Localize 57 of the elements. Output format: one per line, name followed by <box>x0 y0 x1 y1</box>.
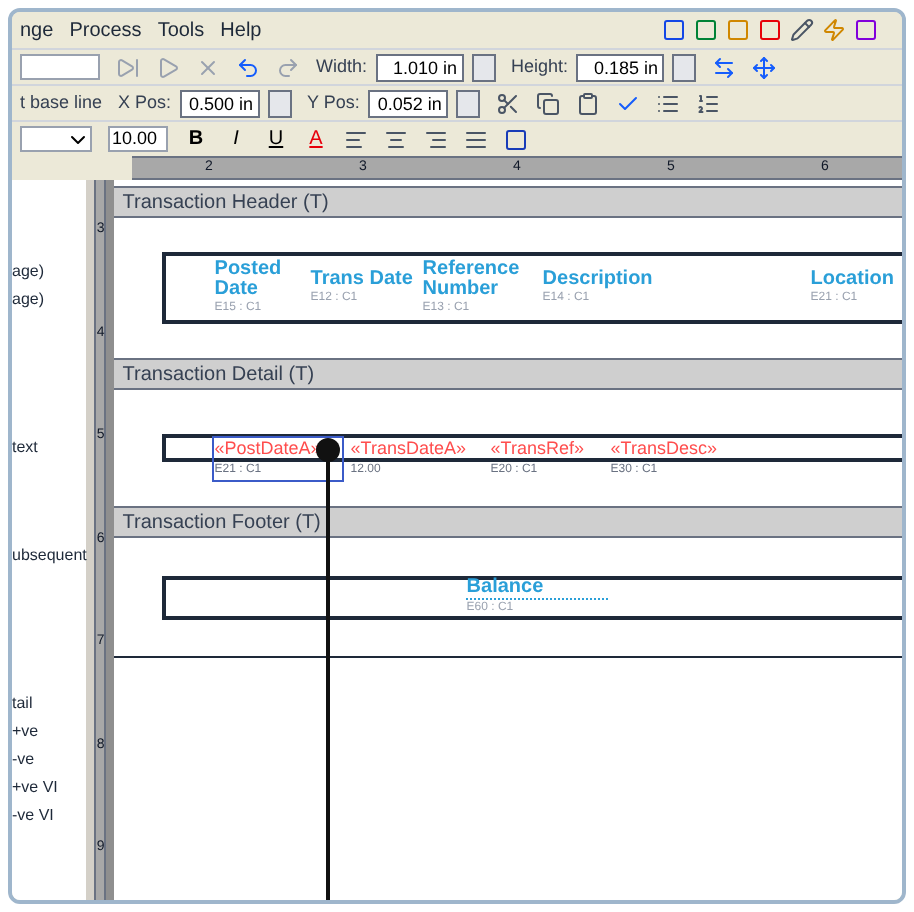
font-dropdown[interactable] <box>20 126 92 152</box>
panel-item[interactable]: age) <box>12 288 87 312</box>
font-size-field[interactable]: 10.00 <box>108 126 168 152</box>
pencil-icon[interactable] <box>790 18 814 42</box>
section-title: Transaction Detail (T) <box>122 361 315 389</box>
text-field[interactable] <box>20 54 100 80</box>
panel-item[interactable]: age) <box>12 260 87 284</box>
panel-item[interactable]: text <box>12 436 87 460</box>
numbered-list-icon[interactable] <box>695 91 720 115</box>
format-button[interactable]: U <box>264 124 288 154</box>
ypos-label: Y Pos: <box>307 89 360 116</box>
column-heading: Trans Date <box>310 269 415 289</box>
check-icon[interactable] <box>615 91 640 115</box>
paste-icon[interactable] <box>575 91 600 115</box>
width-field[interactable]: 1.010 in <box>375 53 464 81</box>
format-button[interactable]: A <box>304 124 328 154</box>
align-left-icon[interactable] <box>344 127 368 151</box>
section-title: Transaction Footer (T) <box>122 509 321 537</box>
panel-item[interactable]: +ve <box>12 720 87 744</box>
column-heading: Posted Date <box>214 259 284 299</box>
width-label: Width: <box>316 53 368 80</box>
xpos-label: X Pos: <box>118 89 172 116</box>
copy-icon[interactable] <box>535 91 560 115</box>
spinner-button[interactable] <box>455 89 480 117</box>
menu-item[interactable]: Help <box>220 15 262 45</box>
menu-item[interactable]: nge <box>20 15 54 45</box>
baseline-label: t base line <box>20 89 103 116</box>
spinner-button[interactable] <box>267 89 292 117</box>
panel-item[interactable]: -ve <box>12 748 87 772</box>
justify-icon[interactable] <box>464 127 488 151</box>
panel-item[interactable]: +ve VI <box>12 776 87 800</box>
menu-item[interactable]: Process <box>69 15 142 45</box>
cut-icon[interactable] <box>495 91 520 115</box>
align-right-icon[interactable] <box>424 127 448 151</box>
undo-icon[interactable] <box>236 55 260 79</box>
format-button[interactable]: I <box>224 124 248 154</box>
spinner-button[interactable] <box>471 53 496 81</box>
section-title: Transaction Header (T) <box>122 189 329 217</box>
column-heading: Location <box>810 269 896 289</box>
lightning-icon[interactable] <box>822 18 846 42</box>
panel-item[interactable]: ubsequent <box>12 544 87 568</box>
spinner-button[interactable] <box>672 53 697 81</box>
column-heading: Description <box>542 269 655 289</box>
align-center-icon[interactable] <box>384 127 408 151</box>
move-icon[interactable] <box>752 55 777 79</box>
square-icon[interactable] <box>504 127 528 151</box>
panel-item[interactable]: -ve VI <box>12 804 87 828</box>
arrows-icon[interactable] <box>712 55 737 79</box>
balance-label: Balance <box>466 577 608 599</box>
menu-item[interactable]: Tools <box>157 15 205 45</box>
ypos-field[interactable]: 0.052 in <box>367 89 448 117</box>
xpos-field[interactable]: 0.500 in <box>179 89 260 117</box>
format-button[interactable]: B <box>184 124 208 154</box>
height-label: Height: <box>511 53 569 80</box>
height-field[interactable]: 0.185 in <box>576 53 665 81</box>
panel-item[interactable]: tail <box>12 692 87 716</box>
column-heading: Reference Number <box>422 259 522 299</box>
